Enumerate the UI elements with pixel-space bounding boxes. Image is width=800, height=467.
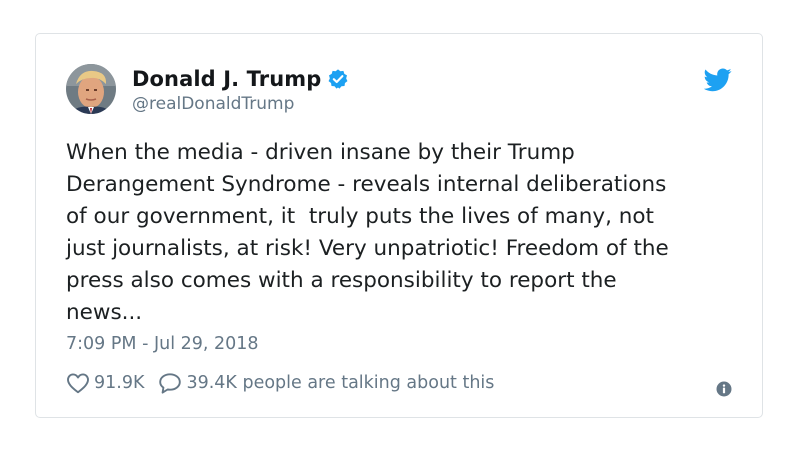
verified-badge-icon: [327, 68, 349, 90]
tweet-card[interactable]: Donald J. Trump @realDonaldTrump When th…: [35, 33, 763, 418]
author-handle[interactable]: @realDonaldTrump: [132, 94, 349, 114]
name-row: Donald J. Trump: [132, 64, 349, 94]
author-display-name[interactable]: Donald J. Trump: [132, 67, 321, 91]
heart-icon: [67, 373, 89, 394]
conversation-link[interactable]: 39.4K people are talking about this: [158, 372, 494, 394]
profile-photo: [66, 64, 116, 114]
author-block[interactable]: Donald J. Trump @realDonaldTrump: [132, 64, 349, 114]
tweet-timestamp[interactable]: 7:09 PM - Jul 29, 2018: [66, 334, 259, 354]
speech-bubble-icon: [159, 373, 182, 394]
tweet-actions: 91.9K 39.4K people are talking about thi…: [66, 372, 494, 394]
avatar[interactable]: [66, 64, 116, 114]
conversation-text: 39.4K people are talking about this: [186, 373, 495, 393]
info-icon[interactable]: [716, 381, 732, 397]
twitter-bird-icon[interactable]: [703, 68, 732, 92]
tweet-text: When the media - driven insane by their …: [66, 140, 669, 325]
like-button[interactable]: 91.9K: [66, 372, 144, 394]
like-count: 91.9K: [94, 373, 145, 393]
